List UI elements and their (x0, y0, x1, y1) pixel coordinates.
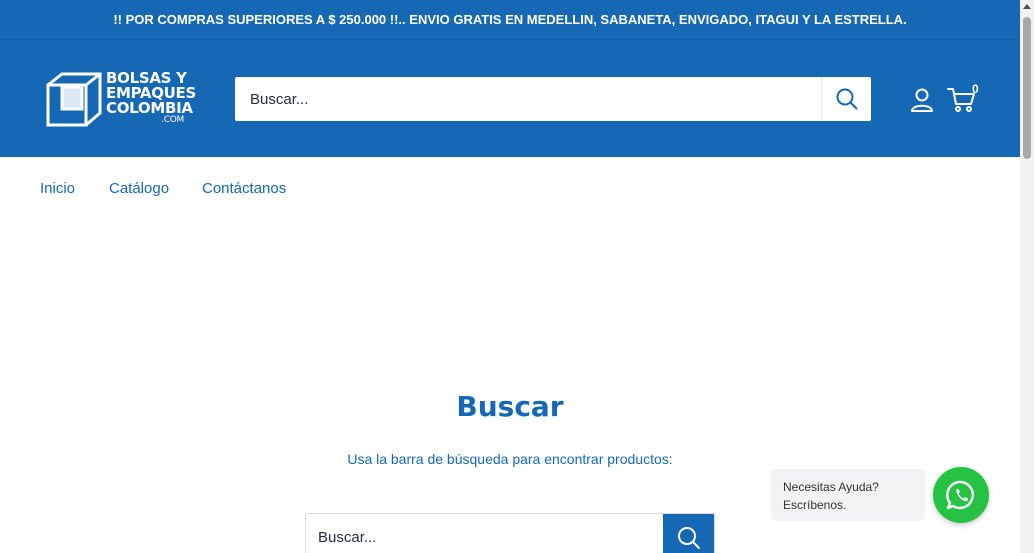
main-search-button[interactable] (663, 514, 714, 553)
scroll-thumb[interactable] (1023, 17, 1031, 159)
logo[interactable]: BOLSAS Y EMPAQUES COLOMBIA .COM (46, 71, 196, 127)
cart-count-badge: 0 (972, 82, 979, 96)
logo-cube-icon (46, 72, 102, 127)
user-icon[interactable] (908, 86, 936, 114)
main-search-input[interactable] (306, 514, 663, 553)
header-search-button[interactable] (821, 77, 871, 121)
header-search-input[interactable] (235, 77, 821, 121)
site-header: BOLSAS Y EMPAQUES COLOMBIA .COM 0 (0, 40, 1020, 157)
scroll-up-arrow-icon[interactable] (1023, 4, 1031, 9)
whatsapp-help-bubble[interactable]: Necesitas Ayuda? Escríbenos. (771, 469, 925, 521)
whatsapp-button[interactable] (933, 467, 989, 523)
nav-item-contactanos[interactable]: Contáctanos (202, 180, 286, 197)
search-icon (677, 527, 700, 549)
whatsapp-bubble-line-1: Necesitas Ayuda? (783, 480, 879, 494)
whatsapp-bubble-line-2: Escríbenos. (783, 498, 847, 512)
logo-line-4: .COM (161, 115, 184, 125)
search-icon (836, 88, 857, 110)
header-search (235, 77, 871, 121)
page-subtitle: Usa la barra de búsqueda para encontrar … (347, 451, 673, 467)
page-scrollbar[interactable] (1020, 0, 1034, 553)
main-nav: Inicio Catálogo Contáctanos (0, 157, 1020, 219)
announcement-text: !! POR COMPRAS SUPERIORES A $ 250.000 !!… (113, 12, 907, 27)
announcement-bar: !! POR COMPRAS SUPERIORES A $ 250.000 !!… (0, 0, 1020, 40)
nav-item-inicio[interactable]: Inicio (40, 180, 75, 197)
logo-line-3: COLOMBIA (106, 99, 193, 117)
nav-item-catalogo[interactable]: Catálogo (109, 180, 169, 197)
main-search (305, 513, 715, 553)
logo-text: BOLSAS Y EMPAQUES COLOMBIA .COM (106, 71, 196, 125)
page-title: Buscar (456, 390, 564, 423)
whatsapp-icon (946, 480, 974, 510)
